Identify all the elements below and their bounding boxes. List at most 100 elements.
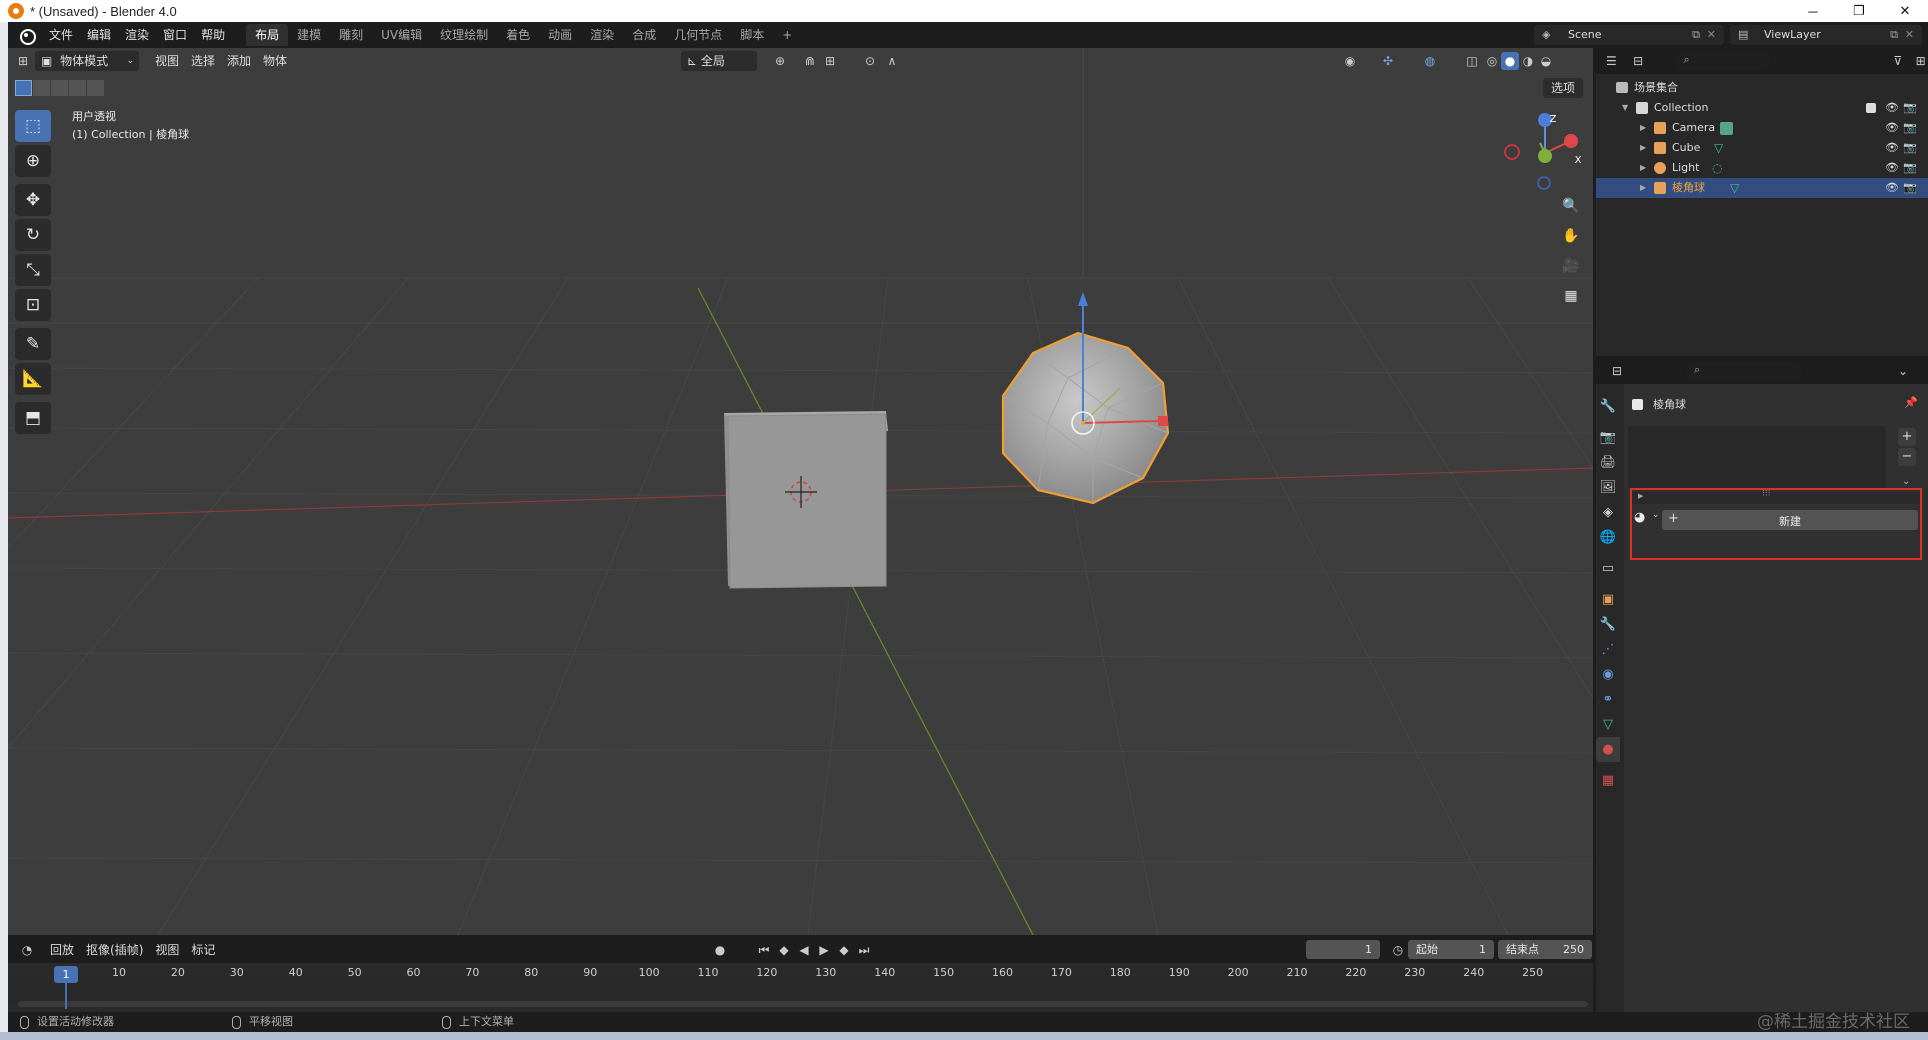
tab-data[interactable]: ▽ <box>1596 712 1620 737</box>
select-invert-icon[interactable] <box>69 80 86 96</box>
gizmo-toggle-icon[interactable]: ✣ <box>1379 52 1397 70</box>
record-icon[interactable]: ● <box>711 941 729 959</box>
end-frame-field[interactable]: 结束点 250 <box>1498 940 1592 959</box>
new-scene-icon[interactable]: ⧉ <box>1692 25 1700 45</box>
pin-icon[interactable]: 📌 <box>1904 396 1918 409</box>
tab-modifiers[interactable]: 🔧 <box>1596 612 1620 637</box>
scene-selector[interactable]: Scene ◈ ⧉ ✕ <box>1534 25 1724 45</box>
eye-icon[interactable]: 👁 <box>1885 118 1899 138</box>
ortho-toggle-icon[interactable]: ▦ <box>1559 284 1583 308</box>
outliner-item-cube[interactable]: ▶ Cube ▽ 👁 📷 <box>1596 138 1928 158</box>
collapse-arrow-icon[interactable]: ▶ <box>1640 178 1646 198</box>
options-dropdown[interactable]: 选项 <box>1542 78 1583 98</box>
clock-icon[interactable]: ◷ <box>1389 941 1407 959</box>
select-intersect-icon[interactable] <box>87 80 104 96</box>
material-shading-icon[interactable]: ◑ <box>1519 52 1537 70</box>
collapse-arrow-icon[interactable]: ▶ <box>1640 138 1646 158</box>
close-button[interactable]: ✕ <box>1882 0 1928 22</box>
list-resize-handle[interactable]: ▶ ⁝⁝⁝ <box>1632 489 1920 504</box>
new-collection-icon[interactable]: ⊞ <box>1913 52 1928 70</box>
view-layer-selector[interactable]: ViewLayer ▤ ⧉ ✕ <box>1730 25 1922 45</box>
eye-icon[interactable]: 👁 <box>1885 158 1899 178</box>
menu-add[interactable]: 添加 <box>221 51 257 71</box>
prev-keyframe-icon[interactable]: ◆ <box>775 941 793 959</box>
select-box-tool[interactable]: ⬚ <box>15 110 51 142</box>
slot-specials-chevron-icon[interactable]: ⌄ <box>1902 476 1910 487</box>
menu-timeline-view[interactable]: 视图 <box>149 940 185 960</box>
mode-dropdown[interactable]: ▣ 物体模式 ⌄ <box>35 51 139 71</box>
gizmo-z-label[interactable]: Z <box>1546 113 1560 127</box>
outliner-item-light[interactable]: ▶ Light ◌ 👁 📷 <box>1596 158 1928 178</box>
snap-target-icon[interactable]: ⊞ <box>821 52 839 70</box>
mesh-data-icon[interactable]: ▽ <box>1730 178 1739 198</box>
new-material-button[interactable]: + 新建 <box>1662 510 1918 530</box>
render-camera-icon[interactable]: 📷 <box>1903 158 1917 178</box>
outliner-item-camera[interactable]: ▶ Camera 👁 📷 <box>1596 118 1928 138</box>
timeline-editor-icon[interactable]: ◔ <box>18 941 36 959</box>
select-extend-icon[interactable] <box>33 80 50 96</box>
playhead-frame-badge[interactable]: 1 <box>54 966 78 983</box>
select-subtract-icon[interactable] <box>51 80 68 96</box>
tab-collection[interactable]: ▭ <box>1596 556 1620 581</box>
tab-texture[interactable]: ▦ <box>1596 768 1620 793</box>
new-view-layer-icon[interactable]: ⧉ <box>1890 25 1898 45</box>
collapse-arrow-icon[interactable]: ▶ <box>1640 118 1646 138</box>
add-cube-tool[interactable]: ⬒ <box>15 402 51 434</box>
tab-scripting[interactable]: 脚本 <box>731 24 773 46</box>
tab-layout[interactable]: 布局 <box>246 24 289 46</box>
tab-world[interactable]: 🌐 <box>1596 525 1620 550</box>
measure-tool[interactable]: 📐 <box>15 363 51 395</box>
properties-options-icon[interactable]: ⌄ <box>1894 362 1912 380</box>
scale-tool[interactable]: ⤡ <box>15 254 51 286</box>
zoom-view-icon[interactable]: 🔍 <box>1559 194 1583 218</box>
annotate-tool[interactable]: ✎ <box>15 328 51 360</box>
camera-data-icon[interactable] <box>1720 122 1733 135</box>
add-workspace-button[interactable]: + <box>773 24 801 46</box>
transform-orientation-dropdown[interactable]: ⊾ 全局 <box>681 51 757 71</box>
outliner-item-icosphere[interactable]: ▶ 棱角球 ▽ 👁 📷 <box>1596 178 1928 198</box>
menu-view[interactable]: 视图 <box>149 51 185 71</box>
move-tool[interactable]: ✥ <box>15 184 51 216</box>
delete-scene-icon[interactable]: ✕ <box>1707 25 1716 45</box>
minimize-button[interactable]: ─ <box>1790 0 1836 22</box>
remove-slot-button[interactable]: − <box>1898 448 1916 466</box>
collapse-arrow-icon[interactable]: ▶ <box>1640 158 1646 178</box>
next-keyframe-icon[interactable]: ◆ <box>835 941 853 959</box>
tab-tool[interactable]: 🔧 <box>1596 394 1620 419</box>
current-frame-field[interactable]: 1 <box>1306 940 1380 959</box>
outliner-scene-collection[interactable]: 场景集合 <box>1596 78 1928 98</box>
menu-help[interactable]: 帮助 <box>194 24 232 46</box>
pivot-icon[interactable]: ⊕ <box>771 52 789 70</box>
menu-select[interactable]: 选择 <box>185 51 221 71</box>
expand-arrow-icon[interactable]: ▼ <box>1622 98 1628 118</box>
jump-end-icon[interactable]: ⏭ <box>855 941 873 959</box>
blender-menu-icon[interactable] <box>16 25 36 45</box>
overlay-toggle-icon[interactable]: ◍ <box>1421 52 1439 70</box>
tab-texture-paint[interactable]: 纹理绘制 <box>431 24 497 46</box>
filter-icon[interactable]: ⊽ <box>1891 52 1906 70</box>
add-slot-button[interactable]: + <box>1898 428 1916 446</box>
mesh-data-icon[interactable]: ▽ <box>1714 138 1723 158</box>
tab-physics[interactable]: ◉ <box>1596 662 1620 687</box>
outliner-search-input[interactable]: ⌕ <box>1675 52 1771 70</box>
tab-modeling[interactable]: 建模 <box>288 24 330 46</box>
tab-sculpting[interactable]: 雕刻 <box>330 24 372 46</box>
jump-start-icon[interactable]: ⏮ <box>755 941 773 959</box>
snap-icon[interactable]: ⋒ <box>801 52 819 70</box>
editor-type-icon[interactable]: ⊞ <box>14 52 32 70</box>
play-reverse-icon[interactable]: ◀ <box>795 941 813 959</box>
timeline-scrollbar[interactable] <box>18 1001 1588 1007</box>
menu-window[interactable]: 窗口 <box>156 24 194 46</box>
render-camera-icon[interactable]: 📷 <box>1903 98 1917 118</box>
tab-animation[interactable]: 动画 <box>539 24 581 46</box>
start-frame-field[interactable]: 起始 1 <box>1408 940 1494 959</box>
tab-render[interactable]: 📷 <box>1596 425 1620 450</box>
tab-uv-editing[interactable]: UV编辑 <box>372 24 431 46</box>
rendered-shading-icon[interactable]: ◒ <box>1537 52 1555 70</box>
proportional-edit-icon[interactable]: ⊙ <box>861 52 879 70</box>
outliner-editor-icon[interactable]: ☰ <box>1604 52 1619 70</box>
solid-shading-icon[interactable]: ● <box>1501 52 1519 70</box>
eye-icon[interactable]: 👁 <box>1885 98 1899 118</box>
menu-object[interactable]: 物体 <box>257 51 293 71</box>
outliner-item-collection[interactable]: ▼ Collection 👁 📷 <box>1596 98 1928 118</box>
